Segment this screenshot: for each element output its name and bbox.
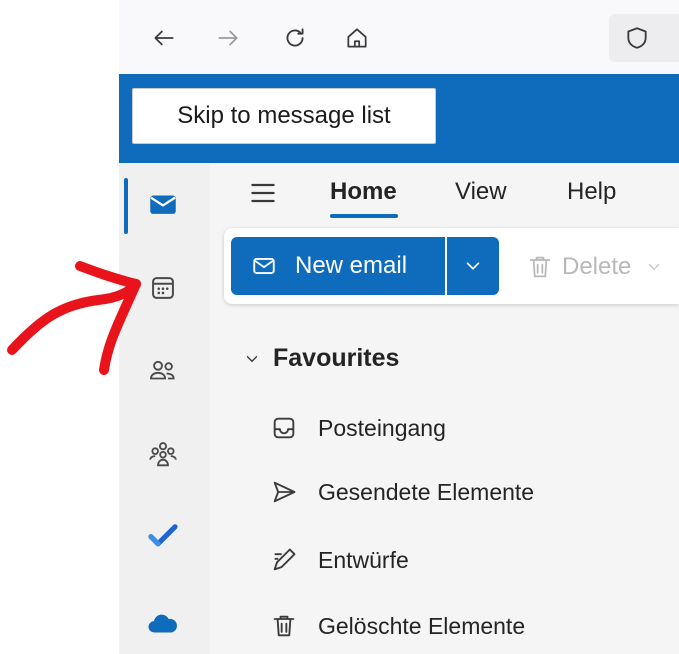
forward-arrow-icon[interactable] [212,22,244,54]
folder-geloeschte-elemente[interactable]: Gelöschte Elemente [270,612,525,640]
sent-icon [270,478,306,506]
new-email-button[interactable]: New email [231,237,445,295]
skip-to-message-list-link[interactable]: Skip to message list [132,88,436,144]
trash-icon [270,612,306,640]
delete-button[interactable]: Delete [526,246,663,288]
home-icon[interactable] [341,22,373,54]
tab-help[interactable]: Help [567,178,616,206]
new-email-dropdown-button[interactable] [447,237,499,295]
folder-gesendete-elemente[interactable]: Gesendete Elemente [270,478,534,506]
folder-label: Gelöschte Elemente [318,612,526,639]
chevron-down-icon [466,262,480,270]
todo-icon[interactable] [128,506,198,566]
mail-icon[interactable] [128,174,198,234]
favourites-label: Favourites [273,344,400,372]
drafts-icon [270,546,306,574]
folder-label: Gesendete Elemente [318,478,535,505]
mail-compose-icon [251,253,277,279]
tab-view[interactable]: View [455,178,507,206]
folder-label: Posteingang [318,414,446,441]
app-rail [119,163,210,654]
shield-icon[interactable] [621,22,653,54]
folder-label: Entwürfe [318,546,409,573]
folder-posteingang[interactable]: Posteingang [270,414,446,442]
trash-icon [526,253,554,281]
tab-home[interactable]: Home [330,178,397,206]
onedrive-icon[interactable] [128,594,198,654]
favourites-header[interactable]: Favourites [243,344,399,373]
inbox-icon [270,414,306,442]
hamburger-menu-icon[interactable] [243,176,283,210]
back-arrow-icon[interactable] [148,22,180,54]
groups-icon[interactable] [128,424,198,484]
reload-icon[interactable] [279,22,311,54]
delete-label: Delete [562,253,632,280]
tab-home-active-indicator [330,214,398,218]
red-annotation-arrow [7,261,141,375]
browser-toolbar [119,0,679,74]
chevron-down-icon [243,350,261,368]
chevron-down-icon[interactable] [645,258,663,276]
folder-entwuerfe[interactable]: Entwürfe [270,546,409,574]
new-email-label: New email [295,252,408,279]
